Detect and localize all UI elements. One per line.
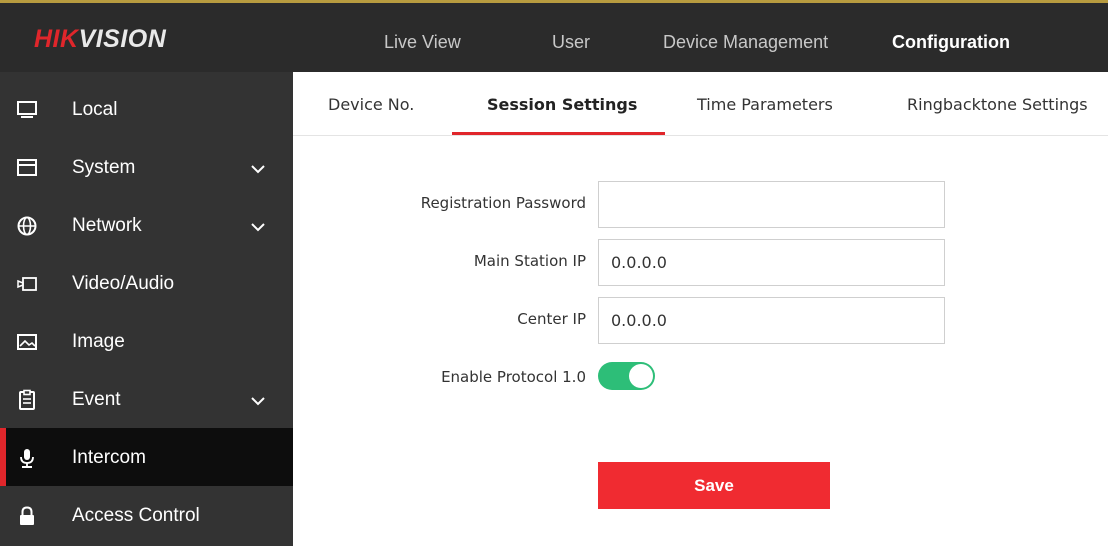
sidebar-item-label: Image <box>72 331 125 352</box>
active-indicator <box>0 428 6 486</box>
sidebar-item-label: Video/Audio <box>72 273 175 294</box>
monitor-icon <box>16 99 38 121</box>
video-icon <box>16 273 38 295</box>
nav-user[interactable]: User <box>552 32 590 53</box>
sidebar-item-local[interactable]: Local <box>0 80 293 138</box>
active-tab-indicator <box>452 132 665 135</box>
sidebar-item-label: Intercom <box>72 447 146 468</box>
sidebar-item-label: System <box>72 157 136 178</box>
clipboard-icon <box>16 389 38 411</box>
enable-protocol-label: Enable Protocol 1.0 <box>441 368 586 386</box>
main-station-ip-input[interactable] <box>598 239 945 286</box>
image-icon <box>16 331 38 353</box>
tab-device-no[interactable]: Device No. <box>328 95 414 114</box>
globe-icon <box>16 215 38 237</box>
sidebar-item-label: Event <box>72 389 121 410</box>
main-station-ip-label: Main Station IP <box>473 252 586 270</box>
tab-ringbacktone-settings[interactable]: Ringbacktone Settings <box>907 95 1088 114</box>
registration-password-label: Registration Password <box>420 194 586 212</box>
enable-protocol-toggle[interactable] <box>598 362 655 390</box>
top-bar: HIKVISION Live View User Device Manageme… <box>0 0 1108 72</box>
sidebar-item-network[interactable]: Network <box>0 196 293 254</box>
sidebar-item-label: Local <box>72 99 118 120</box>
sidebar-item-label: Network <box>72 215 142 236</box>
chevron-down-icon[interactable] <box>250 220 266 232</box>
nav-configuration[interactable]: Configuration <box>892 32 1010 53</box>
sidebar-item-intercom[interactable]: Intercom <box>0 428 293 486</box>
center-ip-label: Center IP <box>517 310 586 328</box>
sidebar-item-event[interactable]: Event <box>0 370 293 428</box>
sidebar: Local System Network Video/Audio Image E… <box>0 72 293 546</box>
nav-live-view[interactable]: Live View <box>384 32 461 53</box>
tab-time-parameters[interactable]: Time Parameters <box>697 95 833 114</box>
microphone-icon <box>16 447 38 469</box>
sidebar-item-image[interactable]: Image <box>0 312 293 370</box>
sidebar-item-access-control[interactable]: Access Control <box>0 486 293 544</box>
save-button[interactable]: Save <box>598 462 830 509</box>
toggle-knob <box>629 364 653 388</box>
sidebar-item-system[interactable]: System <box>0 138 293 196</box>
lock-icon <box>16 505 38 527</box>
tab-bar: Device No. Session Settings Time Paramet… <box>293 72 1108 136</box>
center-ip-input[interactable] <box>598 297 945 344</box>
sidebar-item-label: Access Control <box>72 505 200 526</box>
hikvision-logo: HIKVISION <box>34 25 167 53</box>
registration-password-input[interactable] <box>598 181 945 228</box>
chevron-down-icon[interactable] <box>250 162 266 174</box>
sidebar-item-video-audio[interactable]: Video/Audio <box>0 254 293 312</box>
chevron-down-icon[interactable] <box>250 394 266 406</box>
nav-device-management[interactable]: Device Management <box>663 32 828 53</box>
tab-session-settings[interactable]: Session Settings <box>487 95 637 114</box>
window-icon <box>16 157 38 179</box>
